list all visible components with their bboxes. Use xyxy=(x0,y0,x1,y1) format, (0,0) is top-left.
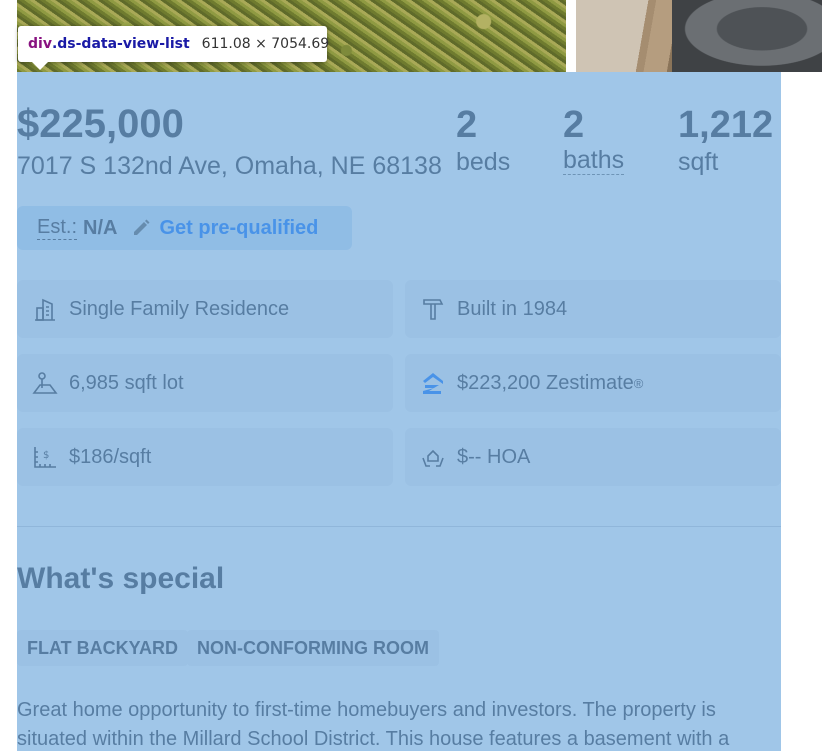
fact-text: $-- HOA xyxy=(457,445,531,468)
get-prequalified-link[interactable]: Get pre-qualified xyxy=(159,217,318,240)
baths-count: 2 xyxy=(563,104,585,146)
tooltip-class: .ds-data-view-list xyxy=(51,36,190,52)
registered-mark: ® xyxy=(633,375,644,391)
estimate-label[interactable]: Est.: xyxy=(37,216,78,240)
tooltip-size: 611.08 × 7054.69 xyxy=(201,36,330,52)
svg-text:$: $ xyxy=(43,450,49,461)
estimate-pill: Est.: N/A Get pre-qualified xyxy=(17,206,352,250)
estimate-value: N/A xyxy=(83,216,118,239)
fact-lot-size: 6,985 sqft lot xyxy=(17,354,393,412)
pencil-icon xyxy=(131,218,151,238)
fact-text: 6,985 sqft lot xyxy=(69,371,184,394)
hoa-icon xyxy=(419,443,447,471)
baths-stat: 2 baths xyxy=(563,104,625,175)
section-divider xyxy=(17,526,781,527)
tag-chip: NON-CONFORMING ROOM xyxy=(187,630,439,666)
sqft-label: sqft xyxy=(678,148,719,176)
baths-label[interactable]: baths xyxy=(563,146,625,175)
price-per-sqft-icon: $ xyxy=(31,443,59,471)
fact-text: Single Family Residence xyxy=(69,297,290,320)
building-icon xyxy=(31,295,59,323)
devtools-element-tooltip: div .ds-data-view-list 611.08 × 7054.69 xyxy=(18,26,330,70)
fact-year-built: Built in 1984 xyxy=(405,280,781,338)
fact-zestimate: $223,200 Zestimate ® xyxy=(405,354,781,412)
listing-address: 7017 S 132nd Ave, Omaha, NE 68138 xyxy=(17,152,442,180)
sqft-stat: 1,212 sqft xyxy=(678,104,773,178)
whats-special-title: What's special xyxy=(17,562,225,595)
fact-home-type: Single Family Residence xyxy=(17,280,393,338)
beds-stat: 2 beds xyxy=(456,104,510,178)
beds-label: beds xyxy=(456,148,511,176)
listing-price: $225,000 xyxy=(17,102,184,146)
fact-price-per-sqft: $ $186/sqft xyxy=(17,428,393,486)
fact-text: Built in 1984 xyxy=(457,297,568,320)
beds-count: 2 xyxy=(456,104,478,146)
listing-photo-interior[interactable] xyxy=(576,0,822,72)
hammer-icon xyxy=(419,295,447,323)
fact-hoa: $-- HOA xyxy=(405,428,781,486)
tag-chip: FLAT BACKYARD xyxy=(17,630,188,666)
tooltip-tag: div xyxy=(28,36,52,52)
lot-icon xyxy=(31,369,59,397)
fact-text: $186/sqft xyxy=(69,445,152,468)
listing-description: Great home opportunity to first-time hom… xyxy=(17,699,730,750)
fact-text: $223,200 Zestimate xyxy=(457,371,634,394)
sqft-count: 1,212 xyxy=(678,104,774,146)
zestimate-logo-icon xyxy=(419,369,447,397)
data-view-list: $225,000 7017 S 132nd Ave, Omaha, NE 681… xyxy=(17,72,781,751)
